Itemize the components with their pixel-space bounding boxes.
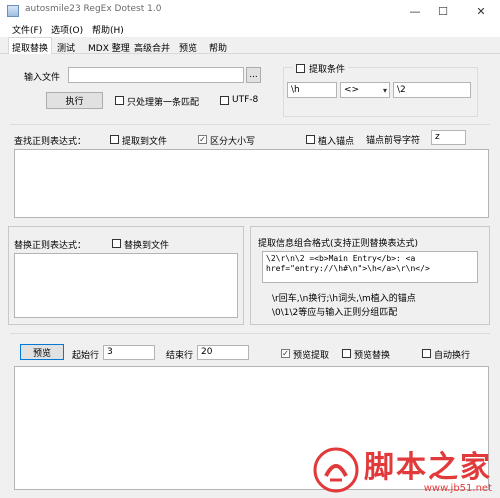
browse-button[interactable]: ... (246, 67, 261, 83)
extract-condition-header: 提取条件 (293, 62, 349, 75)
separator (10, 124, 490, 125)
window-title: autosmile23 RegEx Dotest 1.0 (25, 4, 162, 14)
watermark-logo-icon (313, 447, 359, 493)
search-regex-label: 查找正则表达式： (14, 137, 87, 147)
preview-extract-checkbox[interactable]: ✓ (281, 349, 290, 358)
end-line-field[interactable]: 20 (197, 345, 249, 360)
condition-operator-value: <> (344, 85, 360, 95)
tab-mdx[interactable]: MDX 整理 (84, 39, 134, 54)
extract-format-note-2: \0\1\2等应与输入正则分组匹配 (272, 308, 398, 318)
tab-test[interactable]: 测试 (53, 39, 79, 54)
condition-operator-select[interactable]: <> ▾ (340, 82, 390, 98)
extract-condition-checkbox[interactable] (296, 64, 305, 73)
start-line-field[interactable]: 3 (103, 345, 155, 360)
start-line-label: 起始行 (72, 351, 100, 361)
close-button[interactable]: ✕ (464, 0, 498, 22)
extract-condition-label: 提取条件 (309, 65, 346, 75)
extract-format-line-2: href="entry://\h#\n">\h</a>\r\n</> (266, 264, 430, 273)
replace-to-file-checkbox[interactable] (112, 239, 121, 248)
embed-anchor-checkbox[interactable] (306, 135, 315, 144)
condition-right-field[interactable]: \2 (393, 82, 471, 98)
case-sensitive-checkbox[interactable]: ✓ (198, 135, 207, 144)
watermark-title: 脚本之家 (364, 450, 492, 485)
tab-advanced-merge[interactable]: 高级合并 (130, 39, 174, 54)
maximize-button[interactable]: ☐ (426, 0, 460, 22)
input-file-label: 输入文件 (24, 73, 61, 83)
extract-to-file-label: 提取到文件 (122, 137, 168, 147)
menu-help[interactable]: 帮助(H) (92, 23, 124, 36)
chevron-down-icon: ▾ (382, 86, 387, 95)
utf8-checkbox[interactable] (220, 96, 229, 105)
watermark: 脚本之家 www.jb51.net (312, 446, 492, 494)
condition-left-field[interactable]: \h (287, 82, 337, 98)
menu-bar: 文件(F) 选项(O) 帮助(H) (0, 22, 500, 37)
extract-to-file-checkbox[interactable] (110, 135, 119, 144)
extract-format-line-1: \2\r\n\2 =<b>Main Entry</b>: <a (266, 254, 416, 263)
replace-regex-textarea[interactable] (14, 253, 238, 318)
tab-preview[interactable]: 预览 (175, 39, 201, 54)
tab-strip: 提取替换 测试 MDX 整理 高级合并 预览 帮助 (0, 37, 500, 55)
menu-file[interactable]: 文件(F) (12, 23, 42, 36)
case-sensitive-label: 区分大小写 (210, 137, 256, 147)
title-bar: autosmile23 RegEx Dotest 1.0 — ☐ ✕ (0, 0, 500, 22)
replace-regex-label: 替换正则表达式： (14, 241, 87, 251)
preview-extract-label: 预览提取 (293, 351, 330, 361)
auto-wrap-checkbox[interactable] (422, 349, 431, 358)
extract-format-label: 提取信息组合格式(支持正则替换表达式) (258, 239, 419, 249)
preview-replace-label: 预览替换 (354, 351, 391, 361)
anchor-prefix-field[interactable]: z (431, 130, 466, 145)
first-match-checkbox[interactable] (115, 96, 124, 105)
embed-anchor-label: 植入锚点 (318, 137, 355, 147)
separator (10, 333, 490, 334)
replace-to-file-label: 替换到文件 (124, 241, 170, 251)
utf8-label: UTF-8 (232, 95, 259, 105)
menu-options[interactable]: 选项(O) (51, 23, 83, 36)
app-icon (7, 5, 19, 17)
execute-button[interactable]: 执行 (46, 92, 103, 109)
anchor-prefix-label: 锚点前导字符 (366, 136, 421, 146)
preview-button[interactable]: 预览 (20, 344, 64, 360)
tab-help[interactable]: 帮助 (205, 39, 231, 54)
preview-replace-checkbox[interactable] (342, 349, 351, 358)
end-line-label: 结束行 (166, 351, 194, 361)
search-regex-textarea[interactable] (14, 149, 489, 218)
extract-format-note-1: \r回车,\n换行;\h词头,\m植入的锚点 (272, 294, 416, 304)
auto-wrap-label: 自动换行 (434, 351, 471, 361)
tab-extract-replace[interactable]: 提取替换 (8, 37, 53, 55)
extract-format-textarea[interactable]: \2\r\n\2 =<b>Main Entry</b>: <a href="en… (262, 251, 478, 283)
input-file-field[interactable] (68, 67, 244, 83)
first-match-label: 只处理第一条匹配 (127, 98, 200, 108)
